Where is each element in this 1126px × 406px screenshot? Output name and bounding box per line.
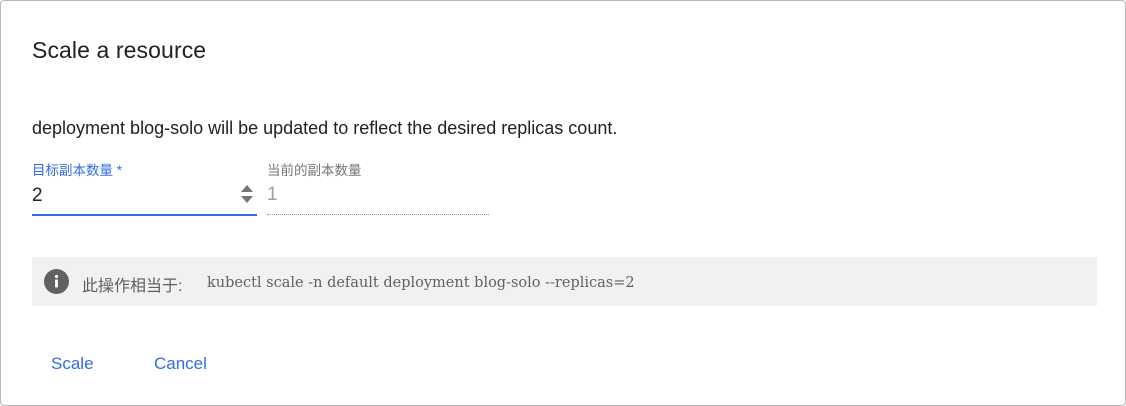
kubectl-command: kubectl scale -n default deployment blog… [207, 275, 635, 291]
replicas-stepper[interactable] [241, 185, 253, 207]
command-equivalent-label: 此操作相当于: [82, 278, 183, 295]
current-replicas-value: 1 [267, 184, 278, 205]
dialog-title: Scale a resource [32, 37, 207, 63]
target-replicas-underline [32, 214, 257, 216]
stepper-down-icon[interactable] [241, 196, 253, 203]
target-replicas-field: 目标副本数量 * [32, 159, 257, 217]
current-replicas-field: 当前的副本数量 1 [267, 159, 489, 217]
current-replicas-underline [267, 214, 489, 215]
info-icon [44, 269, 69, 294]
scale-resource-dialog: Scale a resource deployment blog-solo wi… [0, 0, 1126, 406]
scale-button[interactable]: Scale [45, 350, 100, 378]
stepper-up-icon[interactable] [241, 185, 253, 192]
cancel-button[interactable]: Cancel [148, 350, 213, 378]
target-replicas-input[interactable] [32, 184, 232, 208]
dialog-description: deployment blog-solo will be updated to … [32, 118, 618, 138]
current-replicas-label: 当前的副本数量 [267, 163, 362, 178]
command-info-box: 此操作相当于: kubectl scale -n default deploym… [32, 257, 1097, 306]
target-replicas-label: 目标副本数量 * [32, 163, 123, 178]
